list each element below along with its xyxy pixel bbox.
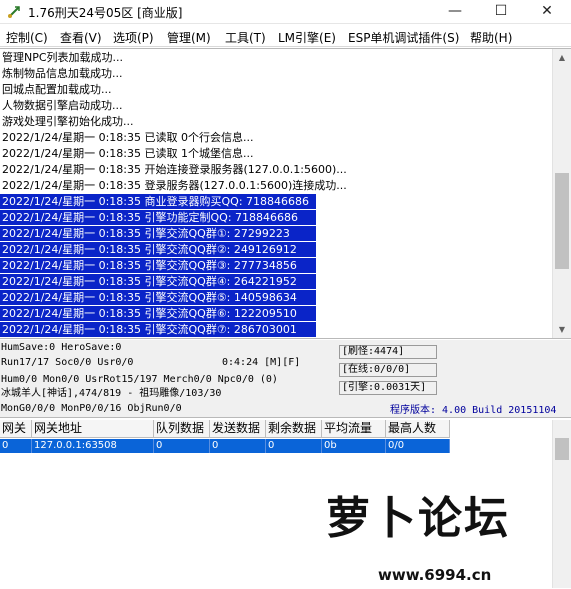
- log-line[interactable]: 2022/1/24/星期一 0:18:35 引擎交流QQ群⑤: 14059863…: [0, 290, 316, 305]
- col-avg-traffic[interactable]: 平均流量: [322, 420, 386, 438]
- log-line[interactable]: 2022/1/24/星期一 0:18:35 商业登录器购买QQ: 7188466…: [0, 194, 316, 209]
- log-line[interactable]: 2022/1/24/星期一 0:18:35 引擎交流QQ群①: 27299223: [0, 226, 316, 241]
- col-remaining-data[interactable]: 剩余数据: [266, 420, 322, 438]
- status-save: HumSave:0 HeroSave:0: [1, 342, 122, 353]
- log-line[interactable]: 游戏处理引擎初始化成功...: [2, 114, 134, 129]
- menu-help[interactable]: 帮助(H): [470, 29, 512, 46]
- maximize-button[interactable]: ☐: [478, 0, 524, 24]
- scroll-up-arrow-icon[interactable]: ▲: [553, 49, 571, 66]
- col-sent-data[interactable]: 发送数据: [210, 420, 266, 438]
- log-line[interactable]: 人物数据引擎启动成功...: [2, 98, 123, 113]
- menu-control[interactable]: 控制(C): [6, 29, 48, 46]
- col-gateway-address[interactable]: 网关地址: [32, 420, 154, 438]
- menu-lm-engine[interactable]: LM引擎(E): [278, 29, 336, 46]
- watermark-url: www.6994.cn: [378, 566, 492, 584]
- log-line[interactable]: 2022/1/24/星期一 0:18:35 已读取 1个城堡信息...: [2, 146, 254, 161]
- log-line[interactable]: 2022/1/24/星期一 0:18:35 引擎交流QQ群②: 24912691…: [0, 242, 316, 257]
- log-line[interactable]: 2022/1/24/星期一 0:18:35 登录服务器(127.0.0.1:56…: [2, 178, 347, 193]
- log-line[interactable]: 2022/1/24/星期一 0:18:35 已读取 0个行会信息...: [2, 130, 254, 145]
- log-line[interactable]: 炼制物品信息加载成功...: [2, 66, 123, 81]
- app-icon: [8, 6, 20, 18]
- log-line[interactable]: 管理NPC列表加载成功...: [2, 50, 123, 65]
- log-line[interactable]: 2022/1/24/星期一 0:18:35 引擎交流QQ群⑦: 28670300…: [0, 322, 316, 337]
- col-gateway[interactable]: 网关: [0, 420, 32, 438]
- log-line[interactable]: 2022/1/24/星期一 0:18:35 引擎交流QQ群③: 27773485…: [0, 258, 316, 273]
- status-counters: Hum0/0 Mon0/0 UsrRot15/197 Merch0/0 Npc0…: [1, 374, 278, 385]
- status-runtime: 0:4:24 [M][F]: [222, 357, 301, 368]
- cell-gateway: 0: [0, 439, 32, 453]
- cell-remaining-data: 0: [266, 439, 322, 453]
- engine-uptime-box: [引擎:0.0031天]: [339, 381, 437, 395]
- col-max-users[interactable]: 最高人数: [386, 420, 450, 438]
- cell-queue-data: 0: [154, 439, 210, 453]
- cell-max-users: 0/0: [386, 439, 450, 453]
- menu-view[interactable]: 查看(V): [60, 29, 102, 46]
- status-monster: 冰城羊人[神话],474/819 - 祖玛雕像/103/30: [1, 388, 222, 399]
- log-panel[interactable]: 管理NPC列表加载成功... 炼制物品信息加载成功... 回城点配置加载成功... 人…: [0, 48, 571, 339]
- title-bar: 1.76刑天24号05区 [商业版] — ☐ ✕: [0, 0, 571, 24]
- watermark-logo: 萝卜论坛 www.6994.cn: [318, 478, 570, 588]
- window-title: 1.76刑天24号05区 [商业版]: [28, 6, 183, 20]
- scroll-down-arrow-icon[interactable]: ▼: [553, 321, 571, 338]
- status-mon-groups: MonG0/0/0 MonP0/0/16 ObjRun0/0: [1, 403, 182, 414]
- close-button[interactable]: ✕: [524, 0, 570, 24]
- menu-esp-plugin[interactable]: ESP单机调试插件(S): [348, 29, 459, 46]
- monster-count-box: [刷怪:4474]: [339, 345, 437, 359]
- cell-avg-traffic: 0b: [322, 439, 386, 453]
- log-line[interactable]: 2022/1/24/星期一 0:18:35 引擎交流QQ群④: 26422195…: [0, 274, 316, 289]
- minimize-button[interactable]: —: [432, 0, 478, 24]
- log-line[interactable]: 2022/1/24/星期一 0:18:35 引擎交流QQ群⑥: 12220951…: [0, 306, 316, 321]
- menu-bar: 控制(C) 查看(V) 选项(P) 管理(M) 工具(T) LM引擎(E) ES…: [0, 26, 571, 47]
- cell-sent-data: 0: [210, 439, 266, 453]
- menu-tools[interactable]: 工具(T): [225, 29, 266, 46]
- online-count-box: [在线:0/0/0]: [339, 363, 437, 377]
- status-run: Run17/17 Soc0/0 Usr0/0: [1, 357, 134, 368]
- cell-gateway-address: 127.0.0.1:63508: [32, 439, 154, 453]
- menu-options[interactable]: 选项(P): [113, 29, 154, 46]
- log-line[interactable]: 2022/1/24/星期一 0:18:35 开始连接登录服务器(127.0.0.…: [2, 162, 347, 177]
- program-version: 程序版本: 4.00 Build 20151104: [390, 405, 557, 416]
- status-panel: HumSave:0 HeroSave:0 Run17/17 Soc0/0 Usr…: [0, 340, 571, 418]
- menu-manage[interactable]: 管理(M): [167, 29, 211, 46]
- table-scroll-thumb[interactable]: [555, 438, 569, 460]
- scroll-thumb[interactable]: [555, 173, 569, 269]
- watermark-text: 萝卜论坛: [326, 493, 510, 544]
- log-line[interactable]: 2022/1/24/星期一 0:18:35 引擎功能定制QQ: 71884668…: [0, 210, 316, 225]
- col-queue-data[interactable]: 队列数据: [154, 420, 210, 438]
- log-scrollbar[interactable]: ▲ ▼: [552, 49, 571, 338]
- log-line[interactable]: 回城点配置加载成功...: [2, 82, 112, 97]
